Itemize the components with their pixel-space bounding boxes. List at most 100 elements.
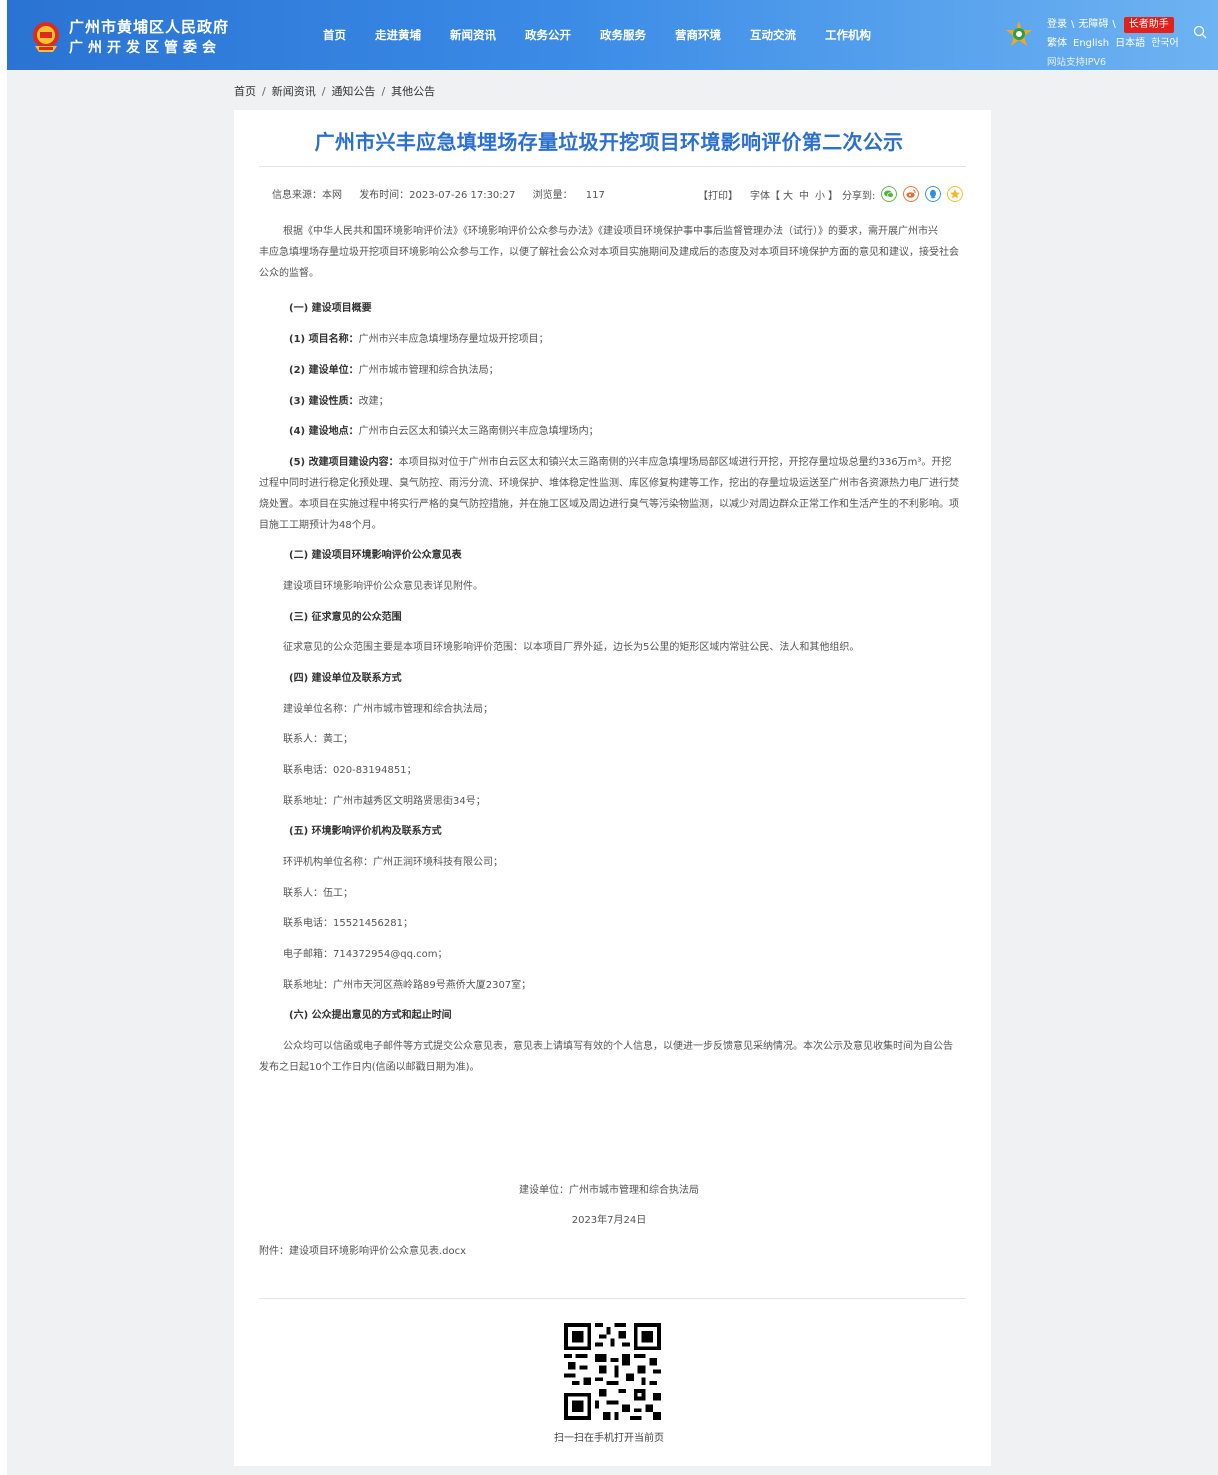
section3-text: 征求意见的公众范围主要是本项目环境影响评价范围：以本项目厂界外延，边长为5公里的…	[283, 642, 860, 653]
breadcrumb-other-notices[interactable]: 其他公告	[391, 85, 435, 98]
footer-divider	[259, 1298, 966, 1299]
section2-heading: (二) 建设项目环境影响评价公众意见表	[289, 550, 462, 561]
breadcrumb-divider: /	[321, 85, 326, 98]
section1-item5-line2: 过程中同时进行稳定化预处理、臭气防控、雨污分流、环境保护、堆体稳定性监测、库区修…	[259, 478, 959, 489]
ipv6-notice: 网站支持IPV6	[1047, 57, 1107, 68]
breadcrumb-home[interactable]: 首页	[234, 85, 256, 98]
intro-line3: 公众的监督。	[259, 268, 319, 279]
section5-heading: (五) 环境影响评价机构及联系方式	[289, 826, 442, 837]
qr-caption: 扫一扫在手机打开当前页	[554, 1433, 664, 1444]
qq-icon[interactable]	[925, 186, 942, 202]
section1-item1-label: (1) 项目名称：	[289, 334, 359, 345]
section1-item5: (5) 改建项目建设内容：本项目拟对位于广州市白云区太和镇兴太三路南侧的兴丰应急…	[289, 453, 951, 468]
section1-item2-value: 广州市城市管理和综合执法局；	[358, 365, 499, 376]
elder-mode-button[interactable]: 长者助手	[1123, 16, 1174, 33]
article-tools: 【打印】 字体【 大 中 小 】 分享到:	[698, 186, 964, 202]
font-large-button[interactable]: 大	[783, 187, 793, 202]
section6-line1: 公众均可以信函或电子邮件等方式提交公众意见表，意见表上请填写有效的个人信息，以便…	[283, 1041, 953, 1052]
section1-item4-value: 广州市白云区太和镇兴太三路南侧兴丰应急填埋场内；	[358, 426, 599, 437]
top-tools: 登录 \ 无障碍 \ 长者助手 繁体 English 日本語 한국어 网站支持I…	[1047, 15, 1185, 72]
attachment-label: 附件：	[259, 1246, 289, 1257]
section1-item4: (4) 建设地点：广州市白云区太和镇兴太三路南侧兴丰应急填埋场内；	[289, 422, 599, 437]
main-nav: 首页 走进黄埔 新闻资讯 政务公开 政务服务 营商环境 互动交流 工作机构	[307, 27, 884, 43]
lang-korean[interactable]: 한국어	[1151, 34, 1179, 53]
article-views-label: 浏览量：	[532, 190, 573, 201]
section4-phone: 联系电话：020-83194851；	[283, 765, 417, 776]
section1-item5-label: (5) 改建项目建设内容：	[289, 457, 399, 468]
section1-item3: (3) 建设性质：改建；	[289, 392, 389, 407]
attachment: 附件：建设项目环境影响评价公众意见表.docx	[259, 1242, 466, 1257]
font-size-label: 字体【	[750, 190, 780, 202]
mascot-icon	[1006, 21, 1032, 46]
section6-heading: (六) 公众提出意见的方式和起止时间	[289, 1010, 452, 1021]
breadcrumb-news[interactable]: 新闻资讯	[272, 85, 316, 98]
nav-item-business[interactable]: 营商环境	[675, 27, 721, 43]
nav-item-news[interactable]: 新闻资讯	[450, 27, 496, 43]
print-button[interactable]: 【打印】	[698, 187, 738, 202]
article-views: 117	[585, 190, 605, 201]
nav-item-agencies[interactable]: 工作机构	[825, 27, 871, 43]
section1-heading: (一) 建设项目概要	[289, 303, 372, 314]
accessibility-link[interactable]: 无障碍	[1078, 15, 1108, 34]
section1-item5-line3: 烧处置。本项目在实施过程中将实行严格的臭气防控措施，并在施工区域及周边进行臭气等…	[259, 499, 959, 510]
sign-date: 2023年7月24日	[571, 1215, 647, 1226]
nav-item-about-huangpu[interactable]: 走进黄埔	[375, 27, 421, 43]
section1-item5-line4: 目施工工期预计为48个月。	[259, 520, 382, 531]
site-name-line2: 广州开发区管委会	[69, 40, 221, 56]
search-icon[interactable]	[1193, 25, 1207, 39]
section4-contact: 联系人：黄工；	[283, 734, 353, 745]
wechat-icon[interactable]	[881, 186, 898, 202]
national-emblem-icon[interactable]	[31, 20, 61, 54]
intro-line2: 丰应急填埋场存量垃圾开挖项目环境影响公众参与工作，以便了解社会公众对本项目实施期…	[259, 247, 959, 258]
nav-item-interaction[interactable]: 互动交流	[750, 27, 796, 43]
section4-heading: (四) 建设单位及联系方式	[289, 673, 402, 684]
article-source: 信息来源：本网	[272, 190, 342, 201]
nav-item-gov-service[interactable]: 政务服务	[600, 27, 646, 43]
section6-line2: 发布之日起10个工作日内(信函以邮戳日期为准)。	[259, 1062, 480, 1073]
separator: \	[1071, 19, 1075, 30]
section5-phone: 联系电话：15521456281；	[283, 918, 413, 929]
separator: \	[1112, 19, 1116, 30]
font-medium-button[interactable]: 中	[799, 187, 809, 202]
section1-item1-value: 广州市兴丰应急填埋场存量垃圾开挖项目；	[358, 334, 549, 345]
site-name-line1: 广州市黄埔区人民政府	[69, 18, 230, 36]
section5-contact: 联系人：伍工；	[283, 888, 353, 899]
section1-item4-label: (4) 建设地点：	[289, 426, 359, 437]
sign-unit: 建设单位：广州市城市管理和综合执法局	[519, 1185, 699, 1196]
attachment-link[interactable]: 建设项目环境影响评价公众意见表.docx	[289, 1246, 466, 1257]
lang-traditional[interactable]: 繁体	[1047, 34, 1067, 53]
article-meta: 信息来源：本网 发布时间：2023-07-26 17:30:27 浏览量： 11…	[272, 186, 619, 201]
page: 广州市黄埔区人民政府 广州开发区管委会 首页 走进黄埔 新闻资讯 政务公开 政务…	[0, 0, 1218, 1475]
title-divider	[259, 166, 966, 167]
breadcrumb: 首页 / 新闻资讯 / 通知公告 / 其他公告	[234, 83, 435, 99]
section1-item3-label: (3) 建设性质：	[289, 396, 359, 407]
article-publish-time: 发布时间：2023-07-26 17:30:27	[359, 190, 516, 201]
section1-item5-line1: 本项目拟对位于广州市白云区太和镇兴太三路南侧的兴丰应急填埋场局部区域进行开挖，开…	[398, 457, 952, 468]
section1-item2: (2) 建设单位：广州市城市管理和综合执法局；	[289, 361, 499, 376]
section4-unit: 建设单位名称：广州市城市管理和综合执法局；	[283, 704, 493, 715]
lang-japanese[interactable]: 日本語	[1115, 34, 1145, 53]
article-title: 广州市兴丰应急填埋场存量垃圾开挖项目环境影响评价第二次公示	[314, 130, 904, 154]
breadcrumb-divider: /	[381, 85, 386, 98]
lang-english[interactable]: English	[1073, 34, 1109, 53]
login-link[interactable]: 登录	[1047, 15, 1067, 34]
section3-heading: (三) 征求意见的公众范围	[289, 612, 402, 623]
section5-email: 电子邮箱：714372954@qq.com；	[283, 949, 448, 960]
section2-text: 建设项目环境影响评价公众意见表详见附件。	[283, 581, 483, 592]
share-label: 分享到:	[842, 190, 876, 202]
site-header: 广州市黄埔区人民政府 广州开发区管委会 首页 走进黄埔 新闻资讯 政务公开 政务…	[7, 0, 1218, 70]
qr-code	[564, 1323, 661, 1420]
font-small-button[interactable]: 小	[815, 187, 825, 202]
section5-address: 联系地址：广州市天河区燕岭路89号燕侨大厦2307室；	[283, 980, 532, 991]
site-name[interactable]: 广州市黄埔区人民政府 广州开发区管委会	[69, 17, 229, 59]
weibo-icon[interactable]	[903, 186, 920, 202]
section5-unit: 环评机构单位名称：广州正润环境科技有限公司；	[283, 857, 503, 868]
section4-address: 联系地址：广州市越秀区文明路贤思街34号；	[283, 796, 486, 807]
nav-item-gov-open[interactable]: 政务公开	[525, 27, 571, 43]
section1-item3-value: 改建；	[358, 396, 389, 407]
breadcrumb-notices[interactable]: 通知公告	[331, 85, 375, 98]
section1-item2-label: (2) 建设单位：	[289, 365, 359, 376]
intro-line1: 根据《中华人民共和国环境影响评价法》《环境影响评价公众参与办法》《建设项目环境保…	[283, 226, 938, 237]
nav-item-home[interactable]: 首页	[323, 27, 346, 43]
qzone-icon[interactable]	[947, 186, 964, 202]
